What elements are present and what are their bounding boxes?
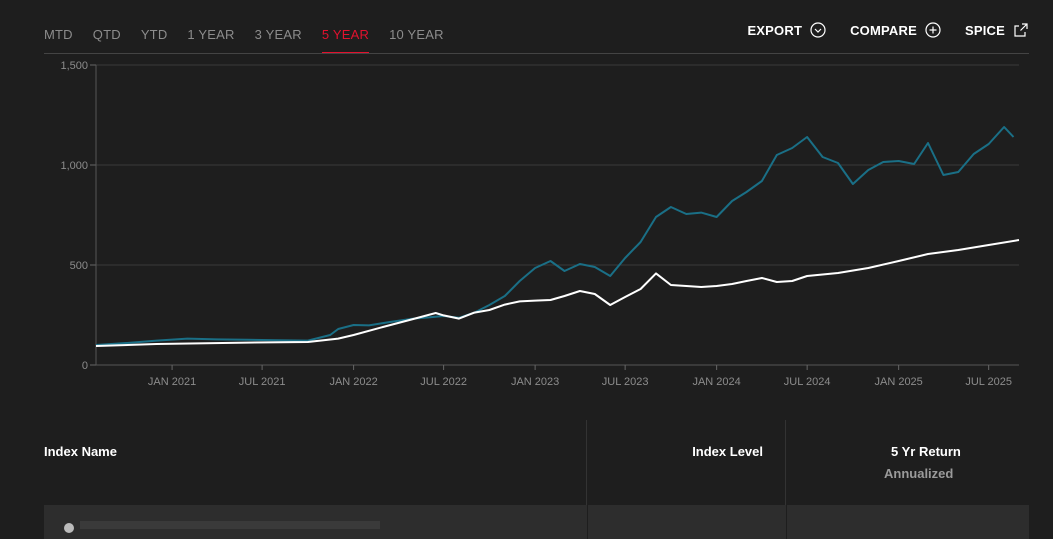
spice-label: SPICE — [964, 22, 1005, 38]
chart-actions: EXPORT COMPARE SPICE — [723, 22, 1029, 38]
index-performance-chart: 0 500 1,000 1,500 JAN 2021 JUL 2021 JAN 2022 JU… — [60, 60, 1020, 388]
x-tick-label: JUL 2022 — [420, 376, 467, 388]
col-return-header[interactable]: 5 Yr Return Annualized — [786, 420, 1029, 505]
tab-5-year[interactable]: 5 YEAR — [321, 0, 370, 54]
tab-1-year[interactable]: 1 YEAR — [187, 0, 234, 54]
timeframe-tabs: MTD QTD YTD 1 YEAR 3 YEAR 5 YEAR 10 YEAR — [44, 0, 464, 54]
x-tick-label: JAN 2023 — [511, 376, 559, 388]
col-index-name-header[interactable]: Index Name — [44, 420, 587, 505]
series-color-dot — [64, 523, 74, 533]
tab-mtd[interactable]: MTD — [44, 0, 73, 54]
y-tick-label: 500 — [70, 260, 88, 272]
x-tick-label: JUL 2025 — [965, 376, 1012, 388]
x-tick-label: JUL 2024 — [784, 376, 831, 388]
col-index-level-header[interactable]: Index Level — [587, 420, 786, 505]
spice-link[interactable]: SPICE — [965, 22, 1029, 38]
tab-3-year[interactable]: 3 YEAR — [255, 0, 302, 54]
tab-ytd[interactable]: YTD — [141, 0, 168, 54]
x-tick-label: JAN 2024 — [692, 376, 740, 388]
cell-divider — [786, 505, 787, 539]
compare-button[interactable]: COMPARE — [850, 22, 941, 38]
external-link-icon — [1014, 23, 1028, 37]
x-tick-label: JAN 2021 — [148, 376, 196, 388]
export-label: EXPORT — [747, 22, 803, 38]
index-table: Index Name Index Level 5 Yr Return Annua… — [44, 420, 1029, 539]
chevron-down-circle-icon — [810, 22, 826, 38]
cell-divider — [587, 505, 588, 539]
x-tick-label: JAN 2025 — [874, 376, 922, 388]
table-row[interactable] — [44, 505, 1029, 539]
series-line-2 — [95, 239, 1020, 347]
tab-qtd[interactable]: QTD — [93, 0, 121, 54]
col-return-label-line1: 5 Yr Return — [891, 444, 961, 459]
plus-circle-icon — [925, 22, 941, 38]
y-tick-label: 1,000 — [60, 160, 88, 172]
export-button[interactable]: EXPORT — [747, 22, 826, 38]
tab-10-year[interactable]: 10 YEAR — [389, 0, 444, 54]
x-tick-label: JAN 2022 — [329, 376, 377, 388]
x-tick-label: JUL 2021 — [239, 376, 286, 388]
x-tick-label: JUL 2023 — [602, 376, 649, 388]
col-index-name-label: Index Name — [44, 444, 117, 459]
series-line-1 — [95, 126, 1015, 346]
col-index-level-label: Index Level — [692, 444, 763, 459]
col-return-label-line2: Annualized — [884, 466, 954, 481]
row-index-name-placeholder — [80, 521, 380, 529]
compare-label: COMPARE — [850, 22, 917, 38]
y-tick-label: 0 — [82, 360, 88, 372]
y-tick-label: 1,500 — [60, 60, 88, 72]
